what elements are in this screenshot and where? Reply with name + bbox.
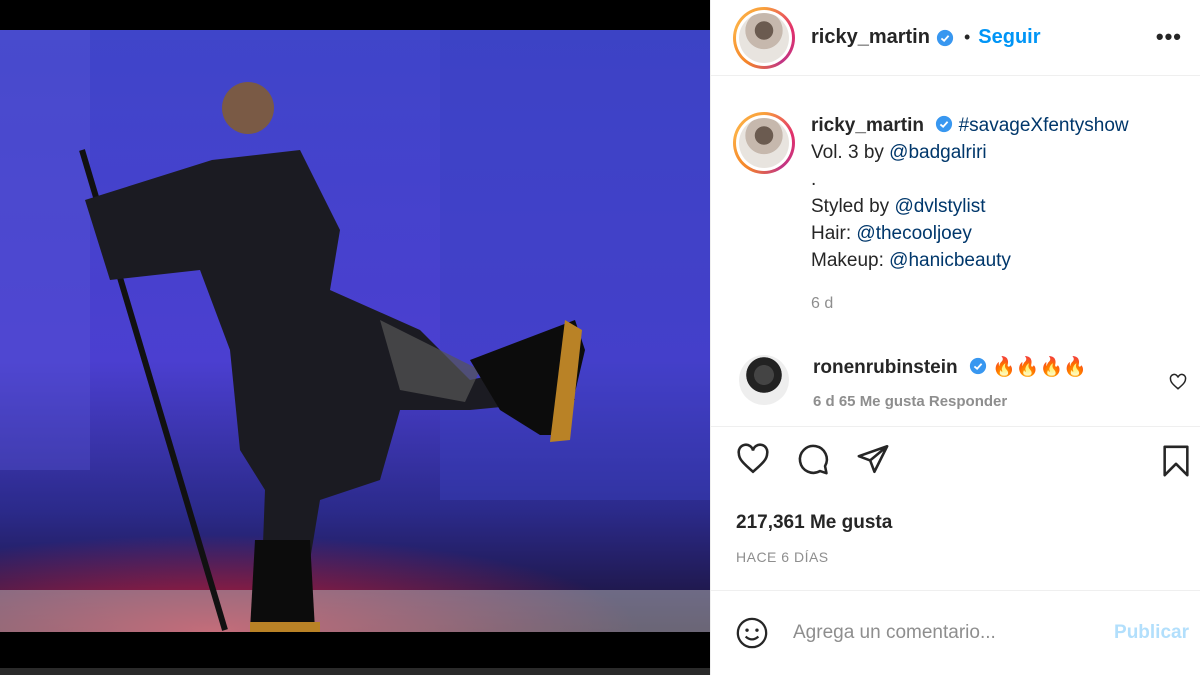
verified-icon (936, 115, 953, 133)
caption-text: Hair: (811, 223, 857, 244)
comment: ronenrubinstein 🔥🔥🔥🔥 6 d 65 Me gusta Res… (733, 355, 1193, 410)
post-header: ricky_martin • Seguir ••• (711, 0, 1200, 76)
likes-count[interactable]: 217,361 Me gusta (736, 512, 892, 534)
caption-text: Vol. 3 by (811, 142, 890, 163)
comment-input[interactable]: Agrega un comentario... (793, 622, 1114, 644)
separator-dot: • (963, 27, 971, 47)
caption-dot: . (811, 169, 817, 190)
post-date: HACE 6 DÍAS (736, 549, 829, 565)
caption: ricky_martin #savageXfentyshow Vol. 3 by… (733, 112, 1129, 317)
comment-username[interactable]: ronenrubinstein (813, 357, 958, 378)
bottom-strip (0, 668, 710, 675)
caption-avatar[interactable] (733, 112, 795, 174)
verified-icon (969, 357, 987, 375)
publish-button[interactable]: Publicar (1114, 622, 1189, 644)
caption-time[interactable]: 6 d (811, 290, 1129, 317)
more-options-icon[interactable]: ••• (1156, 24, 1182, 50)
mention-link[interactable]: @badgalriri (889, 142, 986, 163)
save-icon[interactable] (1159, 442, 1193, 480)
comment-icon[interactable] (795, 442, 831, 476)
comment-meta[interactable]: 6 d 65 Me gusta Responder (813, 393, 1087, 410)
emoji-icon[interactable] (735, 616, 769, 650)
avatar[interactable] (733, 6, 795, 69)
caption-text: Makeup: (811, 250, 890, 271)
mention-link[interactable]: @thecooljoey (856, 223, 971, 244)
comment-like-icon[interactable] (1169, 373, 1187, 391)
action-bar (733, 442, 1193, 482)
caption-username[interactable]: ricky_martin (811, 115, 924, 136)
comment-text: 🔥🔥🔥🔥 (992, 357, 1087, 378)
post-media[interactable] (0, 0, 710, 675)
mention-link[interactable]: @hanicbeauty (889, 250, 1011, 271)
mention-link[interactable]: @dvlstylist (894, 196, 985, 217)
hashtag-link[interactable]: #savageXfentyshow (959, 115, 1129, 136)
add-comment-bar: Agrega un comentario... Publicar (711, 590, 1200, 675)
post-photo[interactable] (0, 30, 710, 632)
follow-button[interactable]: Seguir (978, 26, 1040, 49)
comment-avatar[interactable] (739, 355, 789, 405)
like-icon[interactable] (735, 442, 771, 476)
share-icon[interactable] (855, 442, 891, 476)
verified-icon (936, 29, 954, 46)
caption-text: Styled by (811, 196, 895, 217)
post-panel: ricky_martin • Seguir ••• ricky_martin #… (710, 0, 1200, 675)
post-username[interactable]: ricky_martin (811, 26, 930, 49)
comments-section[interactable]: ricky_martin #savageXfentyshow Vol. 3 by… (711, 77, 1200, 427)
